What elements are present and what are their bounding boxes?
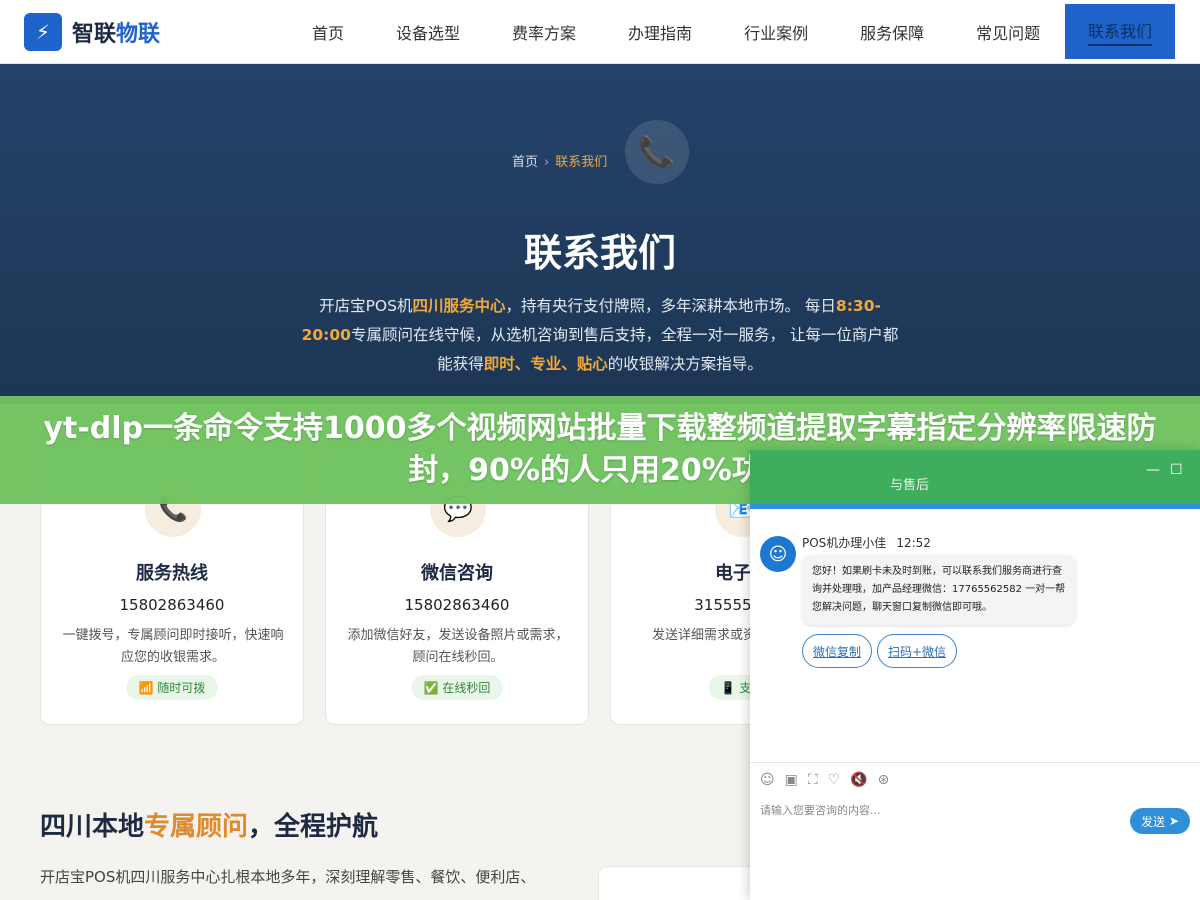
card-badge: ✅ 在线秒回	[411, 675, 503, 700]
logo-bolt-icon: ⚡	[24, 12, 62, 51]
agent-name: POS机办理小佳	[802, 536, 887, 550]
card-number: 15802863460	[404, 596, 510, 614]
chat-header: 与售后 — ☐	[750, 450, 1200, 506]
nav-item-device[interactable]: 设备选型	[396, 20, 460, 44]
section-paragraph: 开店宝POS机四川服务中心扎根本地多年，深刻理解零售、餐饮、便利店、	[40, 868, 536, 886]
logo-text: 智联物联	[72, 16, 160, 48]
phone-icon: 📞	[625, 120, 689, 184]
breadcrumb-separator: ›	[544, 155, 550, 170]
send-label: 发送	[1140, 814, 1165, 829]
card-title: 微信咨询	[421, 563, 493, 584]
nav-item-service[interactable]: 服务保障	[860, 20, 924, 44]
page-title: 联系我们	[523, 231, 676, 275]
main-menu: 首页 设备选型 费率方案 办理指南 行业案例 服务保障 常见问题 联系我们	[288, 0, 1175, 64]
nav-item-rate[interactable]: 费率方案	[512, 20, 576, 44]
breadcrumb: 首页 › 联系我们	[512, 151, 607, 170]
card-title: 服务热线	[136, 563, 208, 584]
image-icon[interactable]: ▣	[785, 772, 798, 788]
send-button[interactable]: 发送 ➤	[1130, 808, 1190, 834]
maximize-icon[interactable]: ☐	[1170, 462, 1183, 478]
section-title-part: 四川本地	[40, 812, 145, 842]
emoji-icon[interactable]: ☺	[760, 772, 775, 788]
mute-icon[interactable]: 🔇	[850, 772, 867, 788]
desc-highlight: 即时、专业、贴心	[483, 355, 608, 373]
breadcrumb-home[interactable]: 首页	[512, 155, 538, 170]
minimize-icon[interactable]: —	[1146, 462, 1160, 478]
desc-part: 的收银解决方案指导。	[607, 355, 763, 373]
card-number: 15802863460	[119, 596, 225, 614]
chat-input[interactable]: 请输入您要咨询的内容...	[760, 802, 881, 818]
card-description: 添加微信好友，发送设备照片或需求，顾问在线秒回。	[347, 628, 569, 665]
section-title-highlight: 专属顾问	[144, 812, 249, 842]
desc-part: ，持有央行支付牌照，多年深耕本地市场。 每日	[505, 297, 836, 315]
nav-item-cases[interactable]: 行业案例	[744, 20, 808, 44]
settings-icon[interactable]: ⊛	[878, 772, 890, 788]
chat-header-accent	[750, 504, 1200, 509]
agent-avatar: ☺	[760, 536, 796, 572]
section-title: 四川本地专属顾问，全程护航	[40, 806, 378, 843]
desc-highlight: 四川服务中心	[412, 297, 506, 315]
top-navbar: ⚡ 智联物联 首页 设备选型 费率方案 办理指南 行业案例 服务保障 常见问题 …	[0, 0, 1200, 64]
copy-wechat-button[interactable]: 微信复制	[802, 634, 872, 668]
chat-toolbar: ☺ ▣ ⛶ ♡ 🔇 ⊛	[750, 762, 1200, 796]
hero-section: 首页 › 联系我们 📞 联系我们 开店宝POS机四川服务中心，持有央行支付牌照，多年…	[0, 64, 1200, 404]
send-arrow-icon: ➤	[1168, 814, 1180, 828]
chat-header-title: 与售后	[890, 478, 930, 493]
nav-item-guide[interactable]: 办理指南	[628, 20, 692, 44]
logo-text-a: 智联	[72, 21, 117, 47]
heart-icon[interactable]: ♡	[828, 772, 841, 788]
scan-wechat-button[interactable]: 扫码+微信	[877, 634, 957, 668]
nav-item-home[interactable]: 首页	[312, 20, 344, 44]
logo-text-b: 物联	[116, 21, 161, 47]
screenshot-icon[interactable]: ⛶	[808, 772, 818, 788]
message-bubble: 您好！如果刷卡未及时到账，可以联系我们服务商进行查询并处理哦，加产品经理微信：1…	[802, 555, 1076, 625]
nav-item-contact-label: 联系我们	[1087, 18, 1152, 46]
message-meta: POS机办理小佳 12:52	[802, 534, 931, 551]
section-title-part: ，全程护航	[248, 812, 379, 842]
logo[interactable]: ⚡ 智联物联	[24, 12, 160, 51]
card-description: 一键拨号，专属顾问即时接听，快速响应您的收银需求。	[62, 628, 284, 665]
hero-description: 开店宝POS机四川服务中心，持有央行支付牌照，多年深耕本地市场。 每日8:30-…	[300, 292, 900, 379]
nav-item-contact[interactable]: 联系我们	[1065, 4, 1175, 59]
nav-item-faq[interactable]: 常见问题	[976, 20, 1040, 44]
chat-widget: 与售后 — ☐ ☺ POS机办理小佳 12:52 您好！如果刷卡未及时到账，可以联…	[750, 450, 1200, 900]
desc-part: 开店宝POS机	[319, 297, 413, 315]
card-badge: 📶 随时可拨	[126, 675, 218, 700]
message-time: 12:52	[896, 536, 931, 550]
breadcrumb-current: 联系我们	[555, 155, 608, 170]
